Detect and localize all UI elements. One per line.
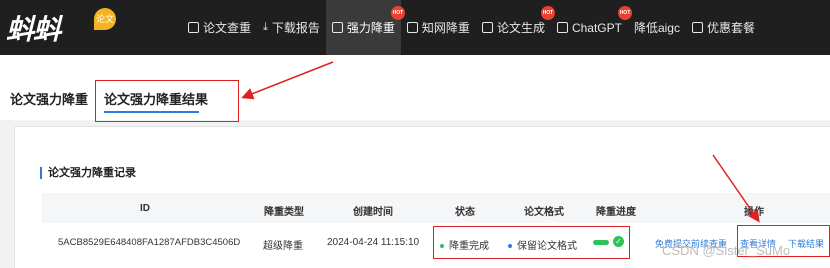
doc-icon [188, 22, 199, 33]
nav-item-paper-check[interactable]: 论文查重 [182, 0, 257, 55]
column-header-created: 创建时间 [353, 207, 393, 218]
column-header-actions: 操作 [744, 207, 764, 218]
nav-item-strong-rewrite[interactable]: 强力降重 HOT [325, 0, 405, 55]
logo-text: 蚪蚪 [6, 13, 61, 46]
top-navbar: 蚪蚪 论文 论文查重 ⤓ 下载报告 强力降重 HOT 知网降重 论文生成 HOT… [0, 0, 830, 55]
download-icon: ⤓ [263, 21, 268, 33]
cell-id: 5ACB8529E648408FA1287AFDB3C4506D [58, 237, 241, 248]
watermark: CSDN @Sister_SuMo [662, 243, 791, 258]
nav-item-paper-generate[interactable]: 论文生成 HOT [476, 0, 555, 55]
annotation-box-result-tab [95, 80, 239, 122]
nav-item-label: 强力降重 [346, 21, 395, 35]
logo[interactable]: 蚪蚪 论文 [6, 8, 116, 46]
nav-item-chatgpt[interactable]: ChatGPT HOT [551, 0, 632, 55]
calendar-icon [481, 22, 493, 33]
column-header-progress: 降重进度 [596, 207, 636, 218]
nav-item-label: ChatGPT [571, 20, 622, 35]
nav-item-cnki-rewrite[interactable]: 知网降重 [401, 0, 476, 55]
chat-icon [691, 22, 703, 33]
logo-badge: 论文 [94, 8, 116, 30]
nav-item-label: 论文生成 [496, 21, 545, 35]
cell-type: 超级降重 [263, 241, 303, 252]
table-header [42, 193, 830, 223]
column-header-type: 降重类型 [264, 207, 304, 218]
tab-strong-rewrite[interactable]: 论文强力降重 [10, 89, 88, 108]
page: 蚪蚪 论文 论文查重 ⤓ 下载报告 强力降重 HOT 知网降重 论文生成 HOT… [0, 0, 830, 268]
nav-item-label: 降低aigc [633, 21, 680, 35]
chat-icon [556, 22, 568, 33]
nav-item-reduce-aigc[interactable]: 降低aigc [628, 0, 686, 55]
image-icon [331, 22, 343, 33]
nav-item-label: 优惠套餐 [706, 21, 755, 35]
section-title: 论文强力降重记录 [40, 167, 136, 179]
cell-created: 2024-04-24 11:15:10 [327, 237, 420, 248]
nav-item-label: 论文查重 [203, 21, 252, 35]
annotation-box-status [433, 226, 630, 259]
column-header-format: 论文格式 [524, 207, 564, 218]
main-nav: 论文查重 ⤓ 下载报告 强力降重 HOT 知网降重 论文生成 HOT ChatG… [182, 0, 761, 55]
nav-item-label: 知网降重 [421, 21, 470, 35]
column-header-id: ID [140, 203, 150, 214]
nav-item-download-report[interactable]: ⤓ 下载报告 [257, 0, 326, 55]
nav-item-label: 下载报告 [271, 21, 320, 35]
nav-item-discount-package[interactable]: 优惠套餐 [686, 0, 761, 55]
column-header-status: 状态 [455, 207, 475, 218]
grid-icon [406, 22, 418, 33]
